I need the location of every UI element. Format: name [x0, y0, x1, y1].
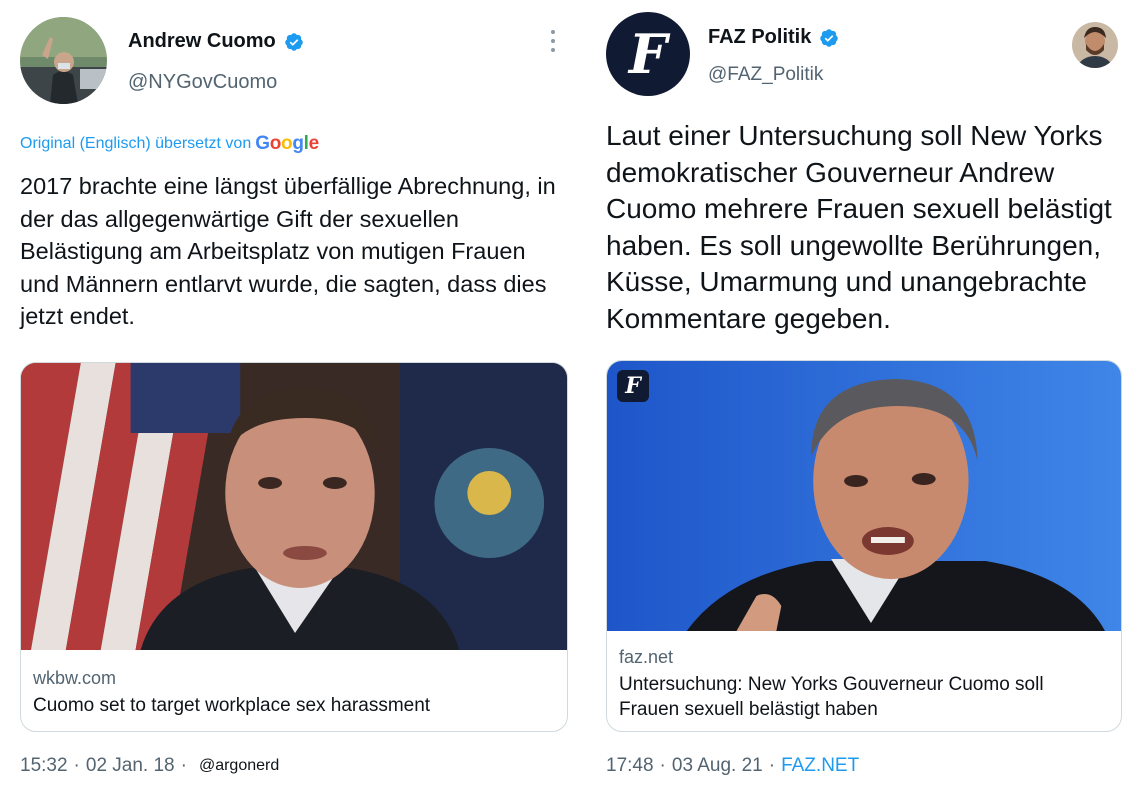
tweet-text: 2017 brachte eine längst überfällige Abr… — [20, 173, 556, 329]
faz-badge: F — [617, 370, 649, 402]
tweet-source[interactable]: FAZ.NET — [781, 755, 859, 777]
author-name[interactable]: Andrew Cuomo — [128, 30, 276, 53]
meta-separator: · — [73, 755, 80, 776]
card-image — [607, 361, 1121, 631]
verified-badge-icon — [285, 32, 303, 51]
tweet-faz[interactable]: F FAZ Politik @FAZ_Politik Laut einer Un… — [584, 0, 1140, 785]
more-vertical-icon[interactable] — [549, 30, 557, 56]
faz-badge-letter: F — [625, 373, 641, 399]
avatar-faz[interactable]: F — [606, 12, 690, 96]
meta-separator: · — [180, 755, 187, 776]
card-domain: faz.net — [619, 647, 674, 667]
link-card[interactable]: F faz.net Untersuchung: New Yorks Gouver… — [606, 360, 1122, 732]
author-handle[interactable]: @FAZ_Politik — [708, 64, 823, 86]
card-title: Cuomo set to target workplace sex harass… — [33, 695, 431, 716]
watermark: @argonerd — [198, 757, 280, 774]
link-card[interactable]: wkbw.com Cuomo set to target workplace s… — [20, 362, 568, 732]
card-domain: wkbw.com — [33, 668, 117, 688]
verified-badge-icon — [820, 28, 839, 47]
google-logo: Google — [255, 133, 319, 154]
tweet-text: Laut einer Untersuchung soll New Yorks d… — [606, 120, 1112, 334]
tweet-meta: 15:32 · 02 Jan. 18 · @argonerd — [20, 755, 279, 777]
author-name[interactable]: FAZ Politik — [708, 26, 811, 49]
faz-logo: F — [628, 22, 668, 86]
translation-label: Original (Englisch) übersetzt von — [20, 135, 252, 152]
tweet-time[interactable]: 17:48 — [606, 755, 654, 777]
user-avatar[interactable] — [1072, 22, 1118, 68]
meta-separator: · — [768, 755, 776, 776]
author-handle[interactable]: @NYGovCuomo — [128, 71, 277, 94]
tweet-time[interactable]: 15:32 — [20, 755, 68, 777]
avatar-cuomo[interactable] — [20, 17, 107, 104]
translation-notice[interactable]: Original (Englisch) übersetzt von Google — [20, 133, 319, 155]
tweet-cuomo[interactable]: Andrew Cuomo @NYGovCuomo Original (Engli… — [0, 0, 568, 785]
card-image — [21, 363, 567, 650]
meta-separator: · — [659, 755, 666, 776]
card-title: Untersuchung: New Yorks Gouverneur Cuomo… — [619, 674, 1044, 720]
tweet-meta: 17:48 · 03 Aug. 21 · FAZ.NET — [606, 755, 859, 777]
tweet-date[interactable]: 03 Aug. 21 — [672, 755, 763, 777]
tweet-date[interactable]: 02 Jan. 18 — [86, 755, 175, 777]
